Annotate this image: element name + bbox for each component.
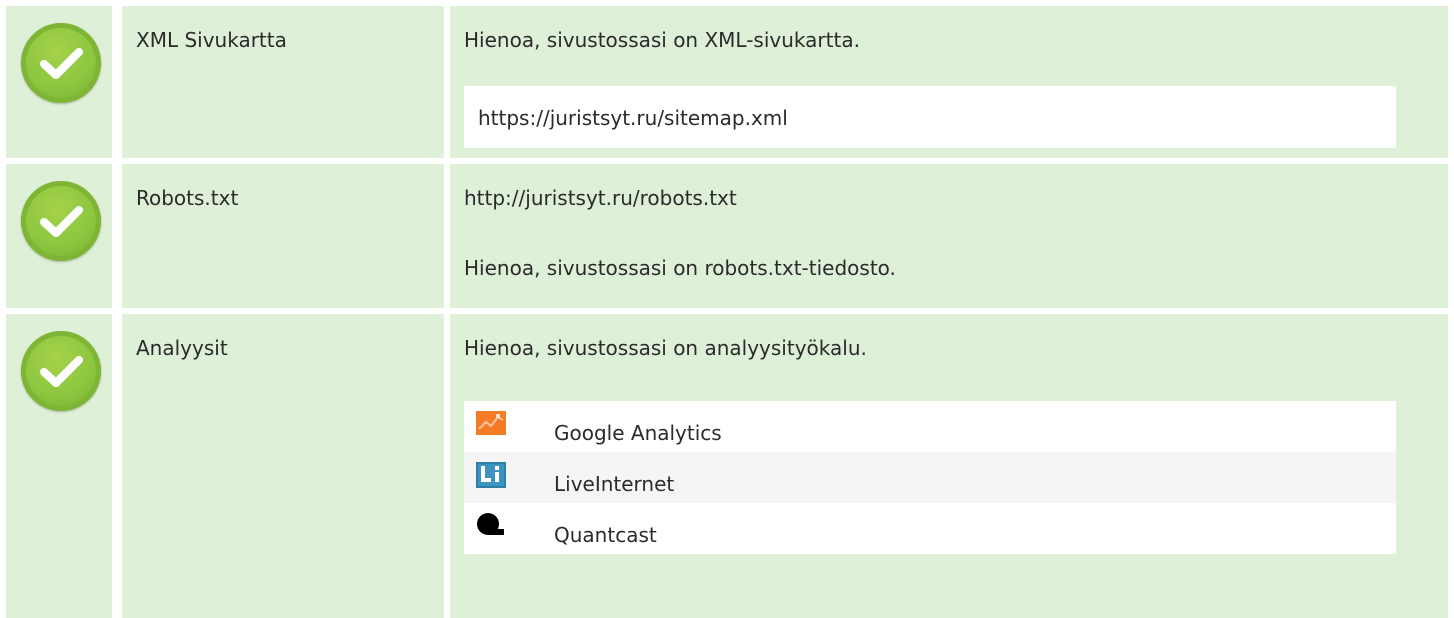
liveinternet-icon [476, 462, 506, 488]
tool-name: LiveInternet [554, 472, 675, 496]
list-item: LiveInternet [464, 452, 1396, 503]
tool-name: Google Analytics [554, 421, 722, 445]
sitemap-url[interactable]: https://juristsyt.ru/sitemap.xml [478, 106, 788, 130]
content-cell-robots: http://juristsyt.ru/robots.txt Hienoa, s… [450, 164, 1448, 308]
content-cell-sitemap: Hienoa, sivustossasi on XML-sivukartta. … [450, 6, 1448, 158]
sitemap-url-box: https://juristsyt.ru/sitemap.xml [464, 86, 1396, 148]
row-label: Robots.txt [136, 186, 239, 210]
status-message: Hienoa, sivustossasi on robots.txt-tiedo… [464, 256, 896, 280]
robots-url[interactable]: http://juristsyt.ru/robots.txt [464, 186, 737, 210]
google-analytics-icon [476, 411, 506, 435]
row-label: XML Sivukartta [136, 28, 287, 52]
status-cell-sitemap [6, 6, 112, 158]
status-message: Hienoa, sivustossasi on XML-sivukartta. [464, 28, 860, 52]
check-circle-icon [21, 181, 101, 261]
status-cell-analytics [6, 314, 112, 618]
tool-name: Quantcast [554, 523, 657, 547]
content-cell-analytics: Hienoa, sivustossasi on analyysityökalu.… [450, 314, 1448, 618]
label-cell-sitemap: XML Sivukartta [122, 6, 444, 158]
label-cell-robots: Robots.txt [122, 164, 444, 308]
analytics-tool-list: Google Analytics LiveInternet Quantcast [464, 401, 1396, 554]
status-message: Hienoa, sivustossasi on analyysityökalu. [464, 336, 867, 360]
check-circle-icon [21, 331, 101, 411]
list-item: Google Analytics [464, 401, 1396, 452]
status-cell-robots [6, 164, 112, 308]
check-circle-icon [21, 23, 101, 103]
label-cell-analytics: Analyysit [122, 314, 444, 618]
row-label: Analyysit [136, 336, 228, 360]
quantcast-icon [476, 513, 506, 537]
list-item: Quantcast [464, 503, 1396, 554]
